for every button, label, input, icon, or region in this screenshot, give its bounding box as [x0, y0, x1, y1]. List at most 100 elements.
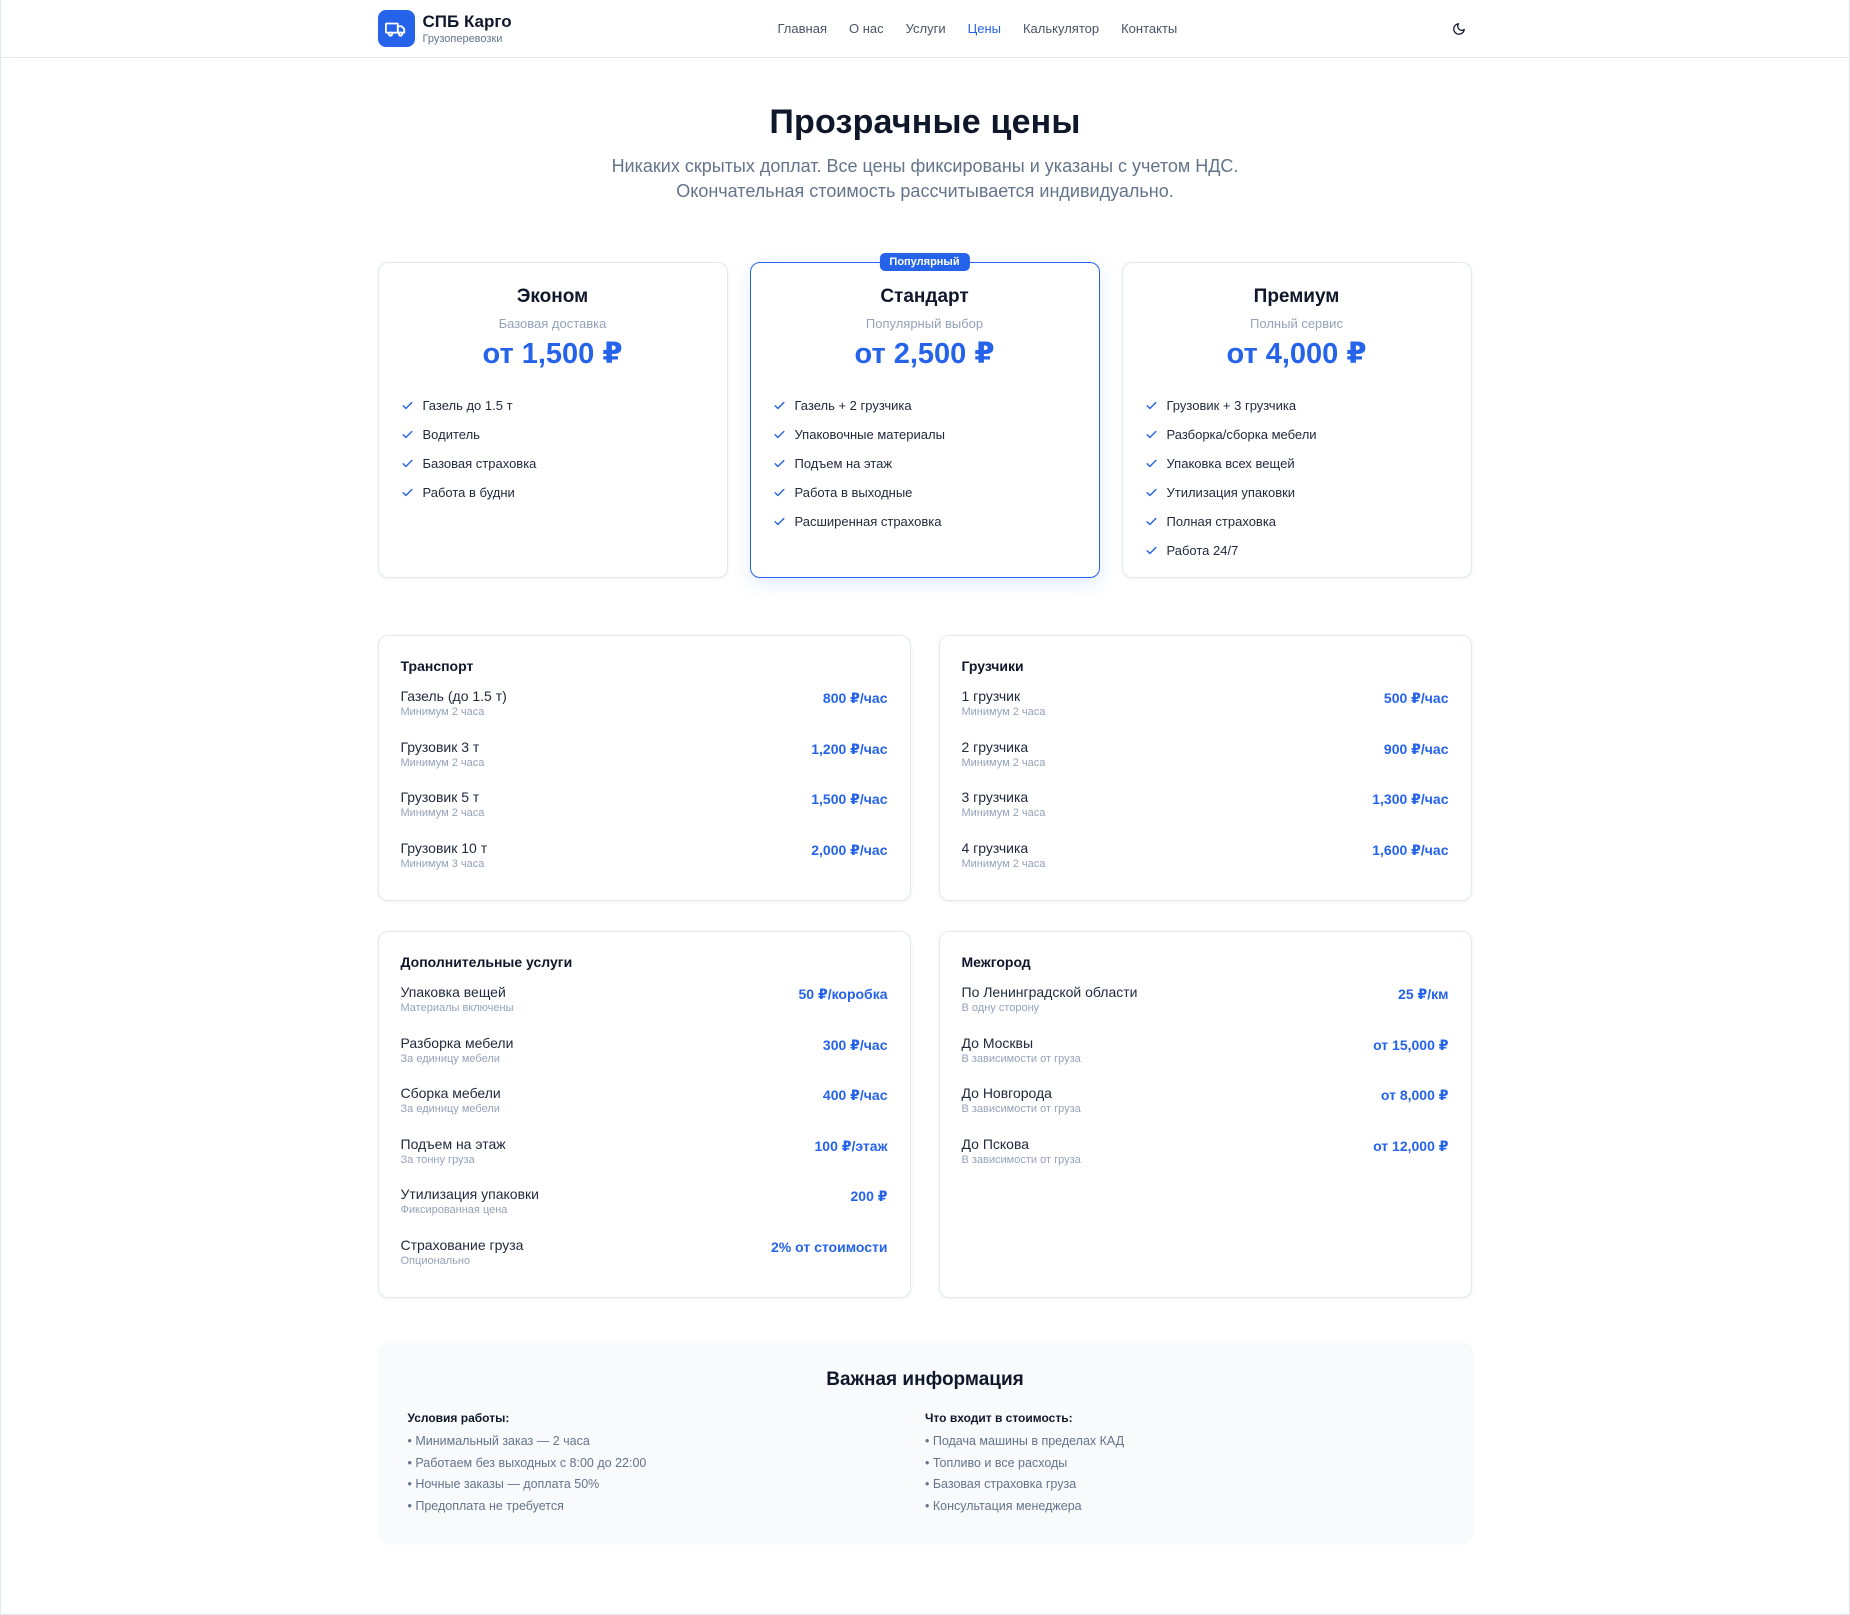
plan-feature: Грузовик + 3 грузчика — [1145, 391, 1449, 420]
price-tables-row-2: Дополнительные услуги Упаковка вещей Мате… — [377, 931, 1473, 1298]
hero: Прозрачные цены Никаких скрытых доплат. … — [1, 103, 1849, 204]
service-note: Минимум 2 часа — [400, 706, 485, 718]
price-row: Страхование груза Опционально 2% от стоим… — [401, 1237, 888, 1288]
card-title: Межгород — [961, 954, 1031, 970]
plan-feature-label: Разборка/сборка мебели — [1166, 427, 1317, 442]
check-icon — [401, 488, 413, 497]
check-icon — [401, 401, 413, 410]
service-name: До Новгорода — [961, 1085, 1052, 1101]
plan-price: от 2,500 ₽ — [854, 338, 995, 370]
plan-feature: Разборка/сборка мебели — [1145, 420, 1449, 449]
work-conditions: Условия работы: • Минимальный заказ — 2 … — [408, 1411, 926, 1517]
card-title: Грузчики — [961, 658, 1024, 674]
service-price: 1,300 ₽/час — [1372, 791, 1449, 807]
nav-home[interactable]: Главная — [778, 21, 827, 36]
page-title: Прозрачные цены — [769, 103, 1081, 141]
plan-feature: Полная страховка — [1145, 507, 1449, 536]
plan-card-standard[interactable]: Популярный Стандарт Популярный выбор от … — [749, 253, 1100, 578]
check-icon — [773, 488, 785, 497]
info-list-item: • Базовая страховка груза — [925, 1477, 1077, 1491]
check-icon — [401, 459, 413, 468]
info-columns: Условия работы: • Минимальный заказ — 2 … — [408, 1411, 1443, 1517]
brand-name: СПБ Карго — [422, 11, 512, 31]
info-list-item: • Подача машины в пределах КАД — [925, 1434, 1125, 1448]
service-name: Утилизация упаковки — [400, 1186, 539, 1202]
service-note: Минимум 2 часа — [961, 706, 1046, 718]
service-price: от 15,000 ₽ — [1373, 1036, 1449, 1053]
nav-prices[interactable]: Цены — [968, 21, 1001, 36]
plan-feature: Упаковочные материалы — [773, 420, 1077, 449]
service-name: Грузовик 3 т — [400, 738, 480, 755]
plan-feature-label: Грузовик + 3 грузчика — [1166, 398, 1297, 413]
price-row: До Новгорода В зависимости от груза от 8,… — [962, 1085, 1449, 1136]
service-price: от 8,000 ₽ — [1380, 1087, 1449, 1103]
check-icon — [773, 517, 785, 526]
price-tables-row-1: Транспорт Газель (до 1.5 т) Минимум 2 час… — [377, 635, 1473, 901]
price-row: Сборка мебели За единицу мебели 400 ₽/час — [401, 1085, 888, 1136]
nav-calculator[interactable]: Калькулятор — [1023, 21, 1099, 36]
service-note: В зависимости от груза — [961, 1153, 1081, 1166]
service-price: 25 ₽/км — [1398, 986, 1449, 1002]
plan-feature: Утилизация упаковки — [1145, 478, 1449, 507]
price-includes: Что входит в стоимость: • Подача машины … — [925, 1411, 1443, 1517]
check-icon — [1145, 459, 1157, 468]
nav-contacts[interactable]: Контакты — [1121, 21, 1177, 36]
plan-feature-label: Работа 24/7 — [1166, 543, 1239, 558]
info-list-item: • Ночные заказы — доплата 50% — [407, 1477, 600, 1491]
service-note: Фиксированная цена — [400, 1204, 508, 1216]
info-list: • Подача машины в пределах КАД • Топливо… — [925, 1431, 1443, 1517]
price-row: 4 грузчика Минимум 2 часа 1,600 ₽/час — [962, 840, 1449, 891]
plan-feature-label: Базовая страховка — [422, 456, 537, 471]
price-row: До Пскова В зависимости от груза от 12,00… — [962, 1136, 1449, 1187]
info-column-title: Что входит в стоимость: — [925, 1411, 1073, 1425]
plan-feature-label: Упаковка всех вещей — [1166, 456, 1295, 471]
service-price: 1,600 ₽/час — [1372, 841, 1449, 858]
plan-feature-label: Газель + 2 грузчика — [794, 398, 912, 413]
plan-card-economy[interactable]: Эконом Базовая доставка от 1,500 ₽ Газел… — [377, 262, 728, 578]
check-icon — [1145, 517, 1157, 526]
plan-card-premium[interactable]: Премиум Полный сервис от 4,000 ₽ Грузови… — [1121, 262, 1472, 578]
price-row: Утилизация упаковки Фиксированная цена 20… — [401, 1186, 888, 1237]
service-name: 3 грузчика — [961, 789, 1029, 805]
nav-services[interactable]: Услуги — [906, 21, 946, 36]
info-list-item: • Предоплата не требуется — [407, 1498, 564, 1513]
service-name: Грузовик 10 т — [400, 839, 488, 856]
plan-feature-label: Газель до 1.5 т — [422, 398, 513, 413]
brand-subtitle: Грузоперевозки — [422, 32, 503, 45]
plan-feature-label: Утилизация упаковки — [1166, 485, 1296, 500]
nav-about[interactable]: О нас — [849, 21, 884, 36]
plan-feature: Подъем на этаж — [773, 449, 1077, 478]
service-price: 400 ₽/час — [822, 1087, 888, 1103]
service-price: 300 ₽/час — [822, 1036, 888, 1053]
check-icon — [401, 430, 413, 439]
theme-toggle-button[interactable] — [1445, 15, 1473, 43]
info-title: Важная информация — [826, 1369, 1024, 1390]
service-name: До Пскова — [961, 1135, 1030, 1152]
plan-subtitle: Полный сервис — [1250, 316, 1343, 331]
check-icon — [773, 430, 785, 439]
plan-feature-label: Расширенная страховка — [794, 514, 942, 529]
plan-features: Газель + 2 грузчика Упаковочные материал… — [773, 391, 1077, 536]
plan-subtitle: Базовая доставка — [498, 316, 607, 331]
popular-badge: Популярный — [879, 253, 970, 271]
info-column-title: Условия работы: — [407, 1411, 510, 1425]
service-note: За единицу мебели — [400, 1103, 500, 1115]
plan-feature-label: Подъем на этаж — [794, 456, 893, 471]
price-row: До Москвы В зависимости от груза от 15,00… — [962, 1035, 1449, 1086]
service-note: За тонну груза — [400, 1153, 475, 1166]
price-row: 3 грузчика Минимум 2 часа 1,300 ₽/час — [962, 789, 1449, 840]
brand[interactable]: СПБ Карго Грузоперевозки — [377, 10, 512, 47]
price-row: Разборка мебели За единицу мебели 300 ₽/ч… — [401, 1035, 888, 1086]
plan-features: Газель до 1.5 т Водитель Базовая страхов… — [401, 391, 705, 507]
brand-text: СПБ Карго Грузоперевозки — [423, 12, 512, 46]
service-name: Разборка мебели — [400, 1034, 514, 1051]
info-list-item: • Минимальный заказ — 2 часа — [407, 1434, 590, 1448]
price-row: 2 грузчика Минимум 2 часа 900 ₽/час — [962, 739, 1449, 790]
service-note: Минимум 3 часа — [400, 857, 485, 870]
service-note: Минимум 2 часа — [400, 807, 485, 819]
plan-feature: Газель + 2 грузчика — [773, 391, 1077, 420]
plan-feature-label: Работа в выходные — [794, 485, 913, 500]
plan-feature: Газель до 1.5 т — [401, 391, 705, 420]
plan-title: Премиум — [1253, 286, 1340, 307]
check-icon — [1145, 546, 1157, 555]
